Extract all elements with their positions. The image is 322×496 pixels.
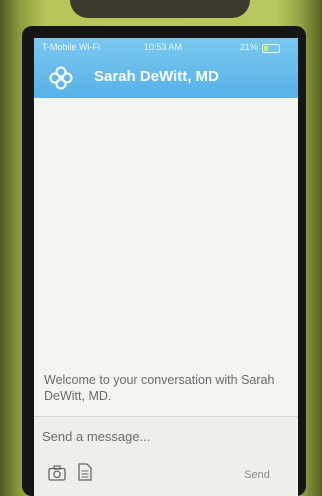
app-header: T-Mobile Wi-Fi 10:53 AM 21% Sarah DeWitt… [34,38,298,98]
camera-icon[interactable] [48,465,66,481]
status-bar: T-Mobile Wi-Fi 10:53 AM 21% [34,41,298,55]
battery-icon [262,44,280,53]
send-button[interactable]: Send [232,465,282,485]
battery-percent: 21% [240,42,259,52]
clover-knot-icon[interactable] [48,65,74,91]
status-time: 10:53 AM [144,42,183,52]
document-icon[interactable] [78,463,92,481]
conversation-title: Sarah DeWitt, MD [94,68,219,85]
welcome-message: Welcome to your conversation with Sarah … [44,373,275,403]
carrier-label: T-Mobile Wi-Fi [42,42,100,52]
message-input[interactable] [42,425,286,447]
conversation-area [34,98,298,418]
case-top-cutout [70,0,250,18]
message-composer: Send [34,416,298,496]
app-screen: T-Mobile Wi-Fi 10:53 AM 21% Sarah DeWitt… [34,38,298,496]
